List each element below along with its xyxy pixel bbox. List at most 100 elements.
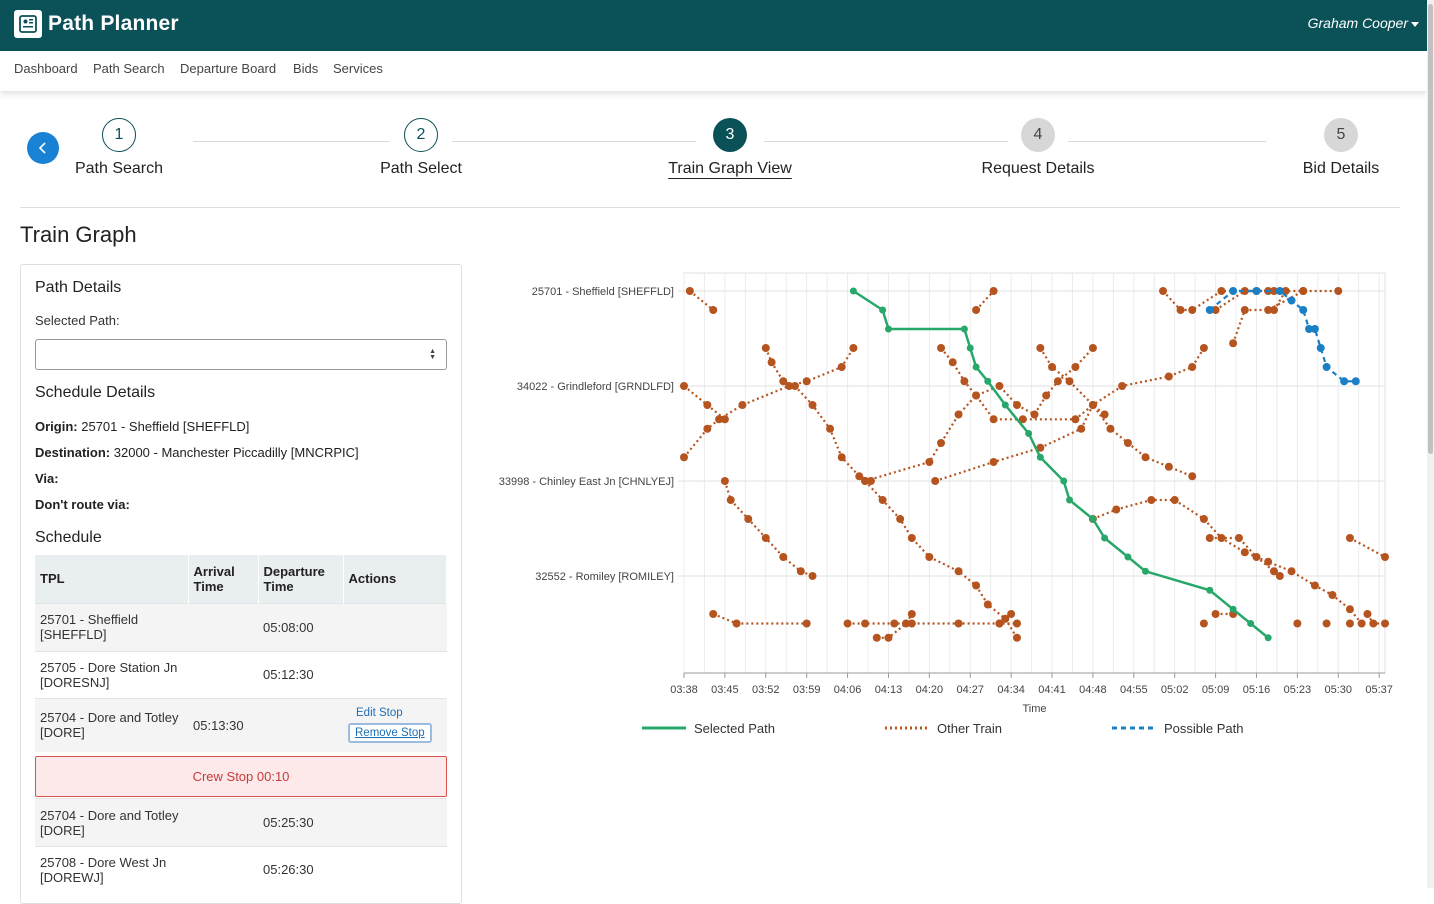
- scrollbar-thumb[interactable]: [1428, 4, 1433, 454]
- step-request-details[interactable]: 4 Request Details: [968, 118, 1108, 178]
- other-path-point: [1345, 605, 1354, 614]
- departure-cell: 05:12:30: [258, 650, 343, 698]
- other-path-point: [1118, 382, 1127, 390]
- other-path-point: [1322, 619, 1331, 628]
- schedule-details-heading: Schedule Details: [35, 384, 156, 401]
- other-path-point: [1042, 391, 1051, 400]
- other-path-point: [1299, 287, 1308, 295]
- other-path-point: [1205, 534, 1214, 542]
- other-path-line: [1232, 289, 1339, 344]
- other-path-point: [1381, 553, 1389, 561]
- other-path-point: [937, 344, 946, 352]
- other-path-point: [1176, 306, 1185, 314]
- other-path-point: [1007, 610, 1016, 618]
- arrival-cell: [188, 846, 258, 893]
- x-tick-label: 04:48: [1079, 684, 1107, 696]
- other-path-point: [960, 377, 969, 386]
- arrival-cell: [188, 602, 258, 651]
- possible-path-point: [1299, 306, 1308, 314]
- dont-route-label: Don't route via:: [35, 497, 130, 512]
- other-path-point: [1053, 377, 1062, 386]
- x-tick-label: 05:30: [1325, 684, 1353, 696]
- other-path-point: [1141, 453, 1150, 462]
- details-panel: Path Details Selected Path: ▲ ▼ Schedule …: [20, 264, 462, 904]
- other-path-point: [972, 391, 981, 400]
- other-path-point: [1147, 496, 1156, 504]
- other-path-point: [989, 415, 998, 424]
- other-path-point: [680, 382, 688, 390]
- other-path-point: [1357, 619, 1366, 628]
- selected-path-point: [1229, 605, 1237, 613]
- other-path-point: [954, 619, 963, 628]
- departure-cell: [258, 697, 343, 752]
- selected-path-label: Selected Path:: [35, 313, 120, 328]
- selected-path-select[interactable]: ▲ ▼: [35, 339, 447, 370]
- possible-path-point: [1351, 377, 1360, 386]
- step-path-select[interactable]: 2 Path Select: [371, 118, 471, 178]
- other-path-line: [723, 480, 813, 578]
- stepper-connector: [193, 141, 389, 142]
- table-header-row: TPL Arrival Time Departure Time Actions: [35, 555, 447, 603]
- nav-dashboard[interactable]: Dashboard: [14, 61, 78, 76]
- nav-departure-board[interactable]: Departure Board: [180, 61, 276, 76]
- other-path-point: [808, 572, 817, 580]
- x-tick-label: 04:55: [1120, 684, 1148, 696]
- other-path-point: [1106, 424, 1115, 433]
- step-train-graph-view[interactable]: 3 Train Graph View: [660, 118, 800, 178]
- other-path-point: [989, 287, 998, 295]
- step-label: Bid Details: [1302, 160, 1380, 177]
- possible-path-point: [1340, 377, 1349, 386]
- other-path-point: [931, 477, 940, 485]
- other-path-point: [1100, 410, 1109, 419]
- other-path-point: [1270, 306, 1279, 314]
- step-path-search[interactable]: 1 Path Search: [69, 118, 169, 178]
- back-button[interactable]: [27, 132, 59, 164]
- y-tick-label: 34022 - Grindleford [GRNDLFD]: [517, 381, 674, 393]
- legend-label-possible: Possible Path: [1164, 721, 1244, 736]
- possible-path-line: [1209, 289, 1356, 383]
- other-path-point: [1199, 344, 1208, 352]
- via-row: Via:: [35, 471, 59, 486]
- other-path-point: [1345, 534, 1354, 542]
- possible-path-point: [1252, 287, 1261, 295]
- step-bid-details[interactable]: 5 Bid Details: [1291, 118, 1391, 178]
- x-axis-title: Time: [1022, 703, 1046, 715]
- other-path-point: [802, 377, 811, 386]
- remove-stop-button[interactable]: Remove Stop: [348, 723, 432, 744]
- x-tick-label: 05:02: [1161, 684, 1189, 696]
- other-path-point: [1293, 619, 1302, 628]
- train-graph-chart: 25701 - Sheffield [SHEFFLD] 34022 - Grind…: [480, 260, 1420, 750]
- arrival-cell: 05:13:30: [188, 697, 258, 752]
- other-path-point: [954, 567, 963, 576]
- edit-stop-link[interactable]: Edit Stop: [356, 707, 442, 719]
- step-label: Path Select: [380, 160, 462, 177]
- step-number: 1: [102, 118, 136, 152]
- tpl-cell: 25704 - Dore and Totley [DORE]: [35, 798, 188, 847]
- user-name: Graham Cooper: [1307, 15, 1408, 31]
- selected-path-point: [1247, 620, 1255, 627]
- other-path-point: [1328, 591, 1337, 599]
- other-path-point: [1287, 567, 1296, 576]
- selected-path-point: [1060, 477, 1068, 485]
- other-path-point: [1159, 287, 1168, 295]
- actions-cell: [343, 650, 447, 698]
- other-path-point: [1071, 415, 1080, 424]
- other-path-point: [872, 633, 881, 642]
- nav-bids[interactable]: Bids: [293, 61, 318, 76]
- other-path-point: [1188, 363, 1197, 371]
- nav-path-search[interactable]: Path Search: [93, 61, 165, 76]
- other-path-point: [808, 401, 817, 409]
- actions-cell: [343, 602, 447, 651]
- other-path-point: [1012, 401, 1021, 409]
- nav-services[interactable]: Services: [333, 61, 383, 76]
- user-menu[interactable]: Graham Cooper: [1308, 15, 1419, 31]
- brand[interactable]: Path Planner: [14, 10, 179, 38]
- selected-path-point: [884, 325, 892, 333]
- path-details-heading: Path Details: [35, 279, 122, 296]
- selected-path-point: [966, 344, 974, 352]
- possible-path-point: [1316, 344, 1325, 352]
- legend-label-other: Other Train: [937, 721, 1002, 736]
- other-path-point: [1012, 633, 1021, 642]
- other-path-point: [1334, 287, 1343, 295]
- page-scrollbar[interactable]: [1427, 0, 1434, 888]
